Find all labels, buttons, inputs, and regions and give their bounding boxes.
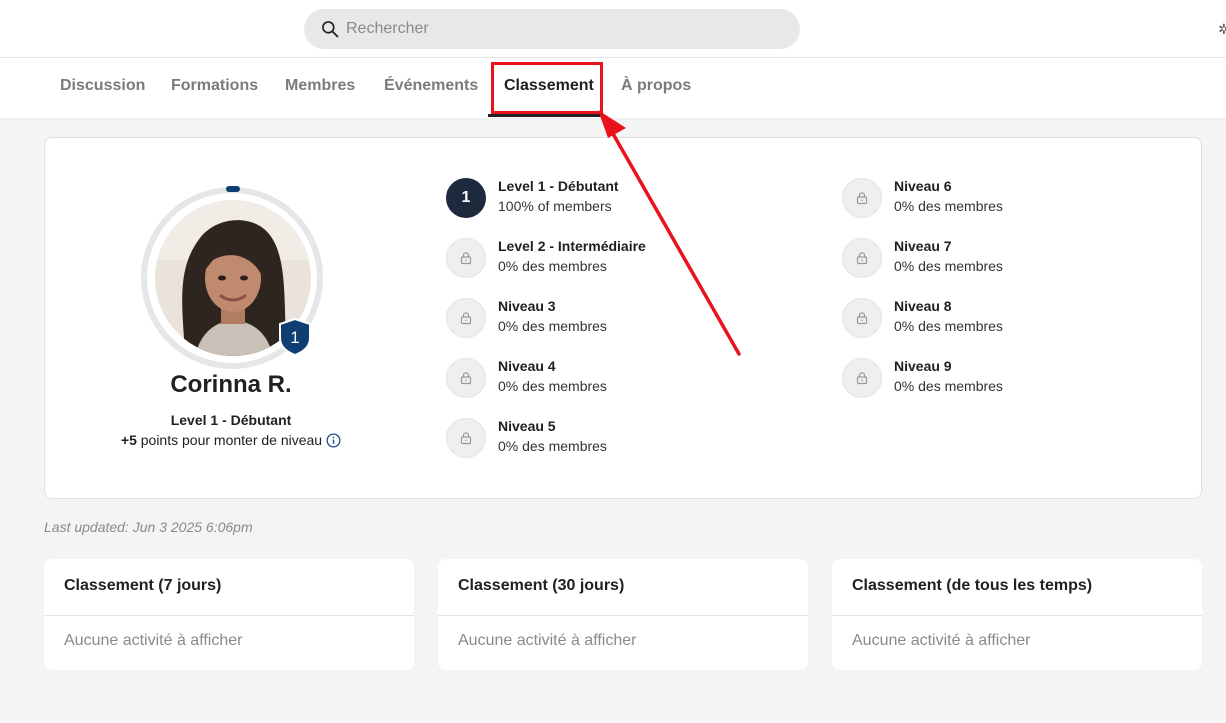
level-percent: 0% des membres [498, 318, 607, 334]
level-number-badge: 1 [446, 178, 486, 218]
settings-icon[interactable]: ✲ [1218, 20, 1226, 38]
level-item-9: Niveau 9 0% des membres [842, 358, 1162, 398]
divider [832, 615, 1202, 616]
level-name: Niveau 6 [894, 178, 952, 194]
level-item-4: Niveau 4 0% des membres [446, 358, 766, 398]
level-percent: 0% des membres [498, 378, 607, 394]
lock-icon [446, 298, 486, 338]
badge-number: 1 [290, 328, 299, 347]
leaderboard-all-time: Classement (de tous les temps) Aucune ac… [832, 559, 1202, 670]
empty-state-text: Aucune activité à afficher [852, 632, 1031, 649]
leaderboard-title: Classement (7 jours) [64, 577, 222, 594]
points-value: +5 [120, 432, 137, 448]
level-item-3: Niveau 3 0% des membres [446, 298, 766, 338]
level-item-8: Niveau 8 0% des membres [842, 298, 1162, 338]
level-name: Level 1 - Débutant [498, 178, 619, 194]
lock-icon [842, 298, 882, 338]
tab-a-propos[interactable]: À propos [621, 58, 691, 116]
level-name: Niveau 9 [894, 358, 952, 374]
level-name: Niveau 8 [894, 298, 952, 314]
leaderboard-30-days: Classement (30 jours) Aucune activité à … [438, 559, 808, 670]
tab-evenements[interactable]: Événements [384, 58, 478, 116]
profile-name: Corinna R. [170, 371, 292, 398]
annotation-highlight-box [491, 62, 603, 114]
level-percent: 0% des membres [894, 378, 1003, 394]
info-icon[interactable] [326, 433, 341, 448]
level-item-1: 1 Level 1 - Débutant 100% of members [446, 178, 766, 218]
lock-icon [842, 238, 882, 278]
lock-icon [842, 178, 882, 218]
tab-bar: Discussion Formations Membres Événements… [0, 58, 1226, 118]
level-name: Niveau 7 [894, 238, 952, 254]
search-input[interactable] [346, 20, 766, 38]
top-bar: ✲ [0, 0, 1226, 58]
lock-icon [446, 238, 486, 278]
level-item-6: Niveau 6 0% des membres [842, 178, 1162, 218]
lock-icon [446, 418, 486, 458]
level-item-2: Level 2 - Intermédiaire 0% des membres [446, 238, 766, 278]
lock-icon [446, 358, 486, 398]
level-item-7: Niveau 7 0% des membres [842, 238, 1162, 278]
last-updated-text: Last updated: Jun 3 2025 6:06pm [44, 519, 253, 535]
empty-state-text: Aucune activité à afficher [64, 632, 243, 649]
lock-icon [842, 358, 882, 398]
level-name: Level 2 - Intermédiaire [498, 238, 646, 254]
search-bar[interactable] [304, 9, 800, 49]
level-name: Niveau 3 [498, 298, 556, 314]
points-text: points pour monter de niveau [140, 432, 323, 448]
leaderboard-title: Classement (30 jours) [458, 577, 625, 594]
level-percent: 0% des membres [498, 258, 607, 274]
tab-discussion[interactable]: Discussion [60, 58, 145, 116]
level-item-5: Niveau 5 0% des membres [446, 418, 766, 458]
leaderboard-7-days: Classement (7 jours) Aucune activité à a… [44, 559, 414, 670]
level-percent: 0% des membres [894, 258, 1003, 274]
active-tab-indicator [488, 114, 604, 117]
divider [44, 615, 414, 616]
level-percent: 0% des membres [498, 438, 607, 454]
search-icon [322, 21, 339, 38]
level-percent: 100% of members [498, 198, 612, 214]
leaderboard-title: Classement (de tous les temps) [852, 577, 1093, 594]
level-name: Niveau 5 [498, 418, 556, 434]
level-shield-badge: 1 [279, 318, 311, 356]
level-percent: 0% des membres [894, 318, 1003, 334]
tab-membres[interactable]: Membres [285, 58, 355, 116]
level-percent: 0% des membres [894, 198, 1003, 214]
divider [438, 615, 808, 616]
level-name: Niveau 4 [498, 358, 556, 374]
profile-level: Level 1 - Débutant [170, 412, 292, 428]
empty-state-text: Aucune activité à afficher [458, 632, 637, 649]
points-to-next-level: +5 points pour monter de niveau [96, 432, 366, 448]
tab-formations[interactable]: Formations [171, 58, 258, 116]
